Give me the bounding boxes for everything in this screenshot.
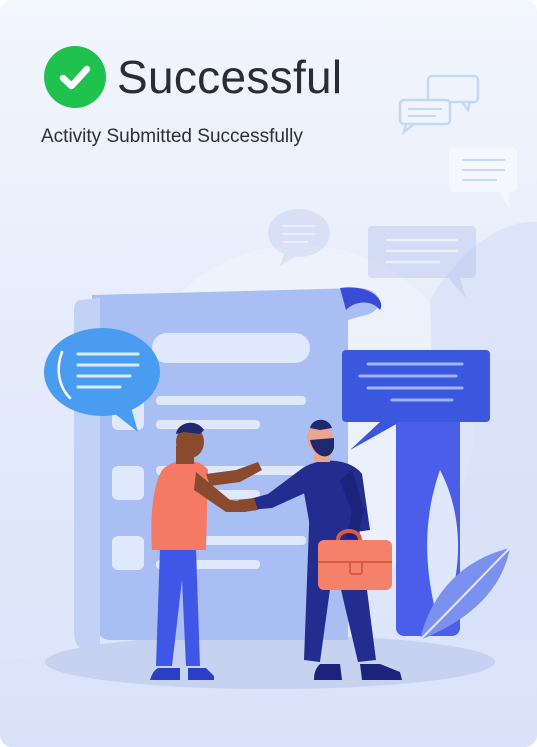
document-line xyxy=(156,420,260,429)
document-checkbox xyxy=(112,466,144,500)
chat-bubble-right xyxy=(342,350,490,422)
faint-message-bubble xyxy=(449,147,517,208)
handshake-document-illustration xyxy=(0,74,537,689)
document-line xyxy=(156,396,306,405)
ground-shadow xyxy=(45,635,495,689)
faint-chat-icons xyxy=(398,74,480,136)
success-card: Successful Activity Submitted Successful… xyxy=(0,0,537,747)
document-checkbox xyxy=(112,536,144,570)
chat-bubble-left xyxy=(44,328,160,416)
document-row xyxy=(152,333,310,363)
